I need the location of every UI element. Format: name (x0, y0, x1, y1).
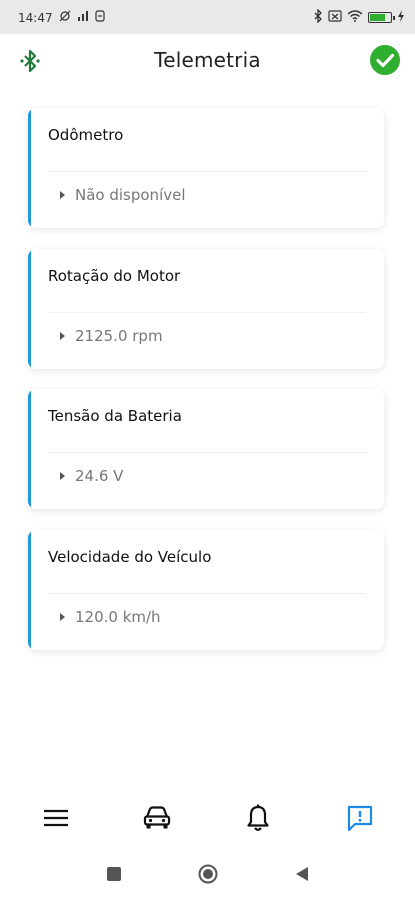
card-battery-voltage[interactable]: Tensão da Bateria 24.6 V (28, 389, 384, 509)
card-value: Não disponível (75, 186, 186, 204)
status-right (313, 8, 405, 26)
card-divider (48, 593, 366, 594)
caret-right-icon (60, 472, 65, 480)
wifi-icon (347, 10, 363, 25)
card-accent (28, 108, 31, 228)
card-vehicle-speed[interactable]: Velocidade do Veículo 120.0 km/h (28, 530, 384, 650)
card-divider (48, 452, 366, 453)
card-accent (28, 389, 31, 509)
app-icon (94, 10, 105, 25)
card-divider (48, 171, 366, 172)
system-nav (0, 848, 415, 900)
caret-right-icon (60, 613, 65, 621)
card-divider (48, 312, 366, 313)
card-value-row: 120.0 km/h (60, 608, 161, 626)
car-icon[interactable] (140, 801, 174, 835)
card-value-row: Não disponível (60, 186, 186, 204)
battery-tip (393, 16, 395, 20)
card-value: 120.0 km/h (75, 608, 161, 626)
home-icon[interactable] (198, 864, 218, 884)
card-odometer[interactable]: Odômetro Não disponível (28, 108, 384, 228)
status-bar: 14:47 (0, 0, 415, 34)
card-engine-rpm[interactable]: Rotação do Motor 2125.0 rpm (28, 249, 384, 369)
check-circle-icon[interactable] (369, 44, 401, 76)
page-title: Telemetria (154, 48, 261, 72)
charging-icon (397, 10, 405, 25)
signal-icon (77, 10, 89, 25)
battery-fill (370, 14, 386, 21)
card-title: Rotação do Motor (48, 267, 181, 285)
bell-icon[interactable] (241, 801, 275, 835)
alarm-off-icon (59, 10, 71, 25)
caret-right-icon (60, 191, 65, 199)
recent-apps-icon[interactable] (104, 864, 124, 884)
menu-icon[interactable] (39, 801, 73, 835)
card-value: 24.6 V (75, 467, 124, 485)
app-header: Telemetria (0, 34, 415, 88)
card-accent (28, 249, 31, 369)
card-value: 2125.0 rpm (75, 327, 163, 345)
card-accent (28, 530, 31, 650)
card-title: Odômetro (48, 126, 124, 144)
battery-icon (368, 12, 395, 23)
status-left: 14:47 (18, 10, 105, 25)
status-time: 14:47 (18, 10, 53, 25)
alert-message-icon[interactable] (343, 801, 377, 835)
bottom-nav (0, 795, 415, 841)
card-title: Velocidade do Veículo (48, 548, 212, 566)
bluetooth-icon (313, 8, 323, 26)
card-value-row: 2125.0 rpm (60, 327, 163, 345)
card-title: Tensão da Bateria (48, 407, 182, 425)
card-value-row: 24.6 V (60, 467, 123, 485)
back-icon[interactable] (292, 864, 312, 884)
sim-icon (328, 10, 342, 25)
caret-right-icon (60, 332, 65, 340)
